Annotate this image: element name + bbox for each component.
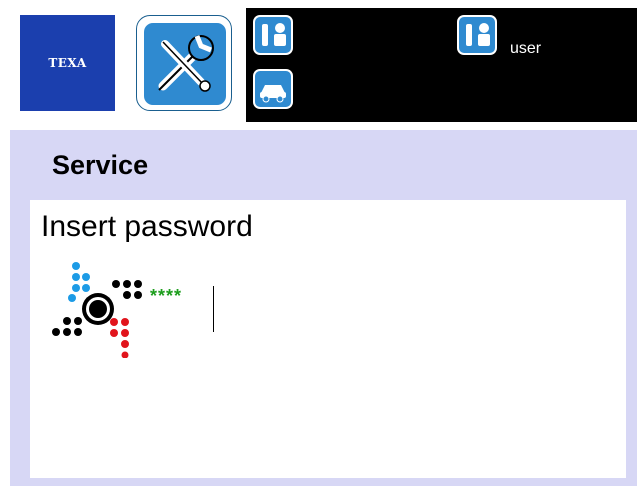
password-prompt: Insert password (41, 210, 253, 243)
logo-text: TEXA (48, 56, 87, 70)
technician-button[interactable] (252, 14, 294, 56)
fingerprint-icon (52, 262, 142, 358)
vehicle-icon (253, 69, 293, 109)
texa-logo: TEXA (20, 15, 115, 111)
user-label: user (510, 40, 542, 57)
user-technician-button[interactable] (456, 14, 498, 56)
page-title: Service (52, 150, 149, 180)
technician-icon (457, 15, 497, 55)
vehicle-button[interactable] (252, 68, 294, 110)
password-input[interactable]: **** (150, 286, 370, 332)
technician-icon (253, 15, 293, 55)
service-tools-button[interactable] (136, 15, 232, 111)
text-cursor (213, 286, 214, 332)
password-mask: **** (150, 286, 183, 306)
service-tools-icon (142, 21, 228, 107)
